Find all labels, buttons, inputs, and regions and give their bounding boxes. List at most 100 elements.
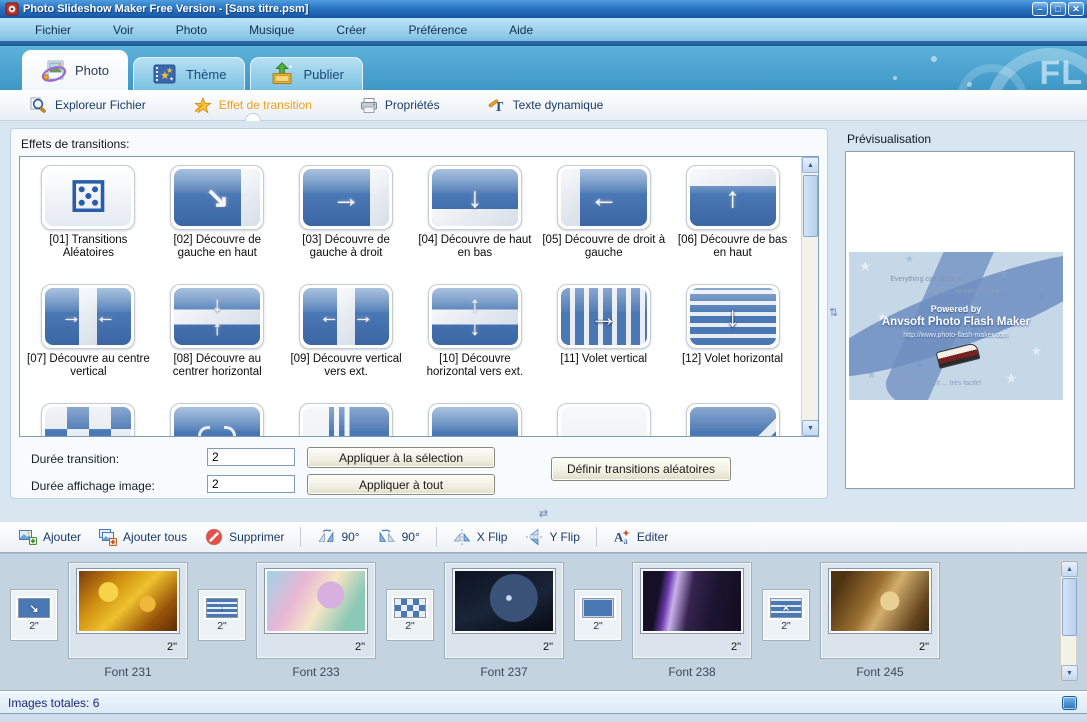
scroll-up-button[interactable]: ▲ <box>802 157 819 173</box>
photo-card: 2" <box>68 562 188 659</box>
transition-item[interactable]: ↓↑[08] Découvre au centrer horizontal <box>153 284 282 403</box>
feature-item-effet-de-transition[interactable]: Effet de transition <box>194 97 312 114</box>
diagonal-icon <box>690 407 776 437</box>
minimize-button[interactable]: – <box>1032 2 1048 16</box>
filmstrip-transition-chip[interactable]: 2" <box>762 589 810 641</box>
chip-duration: 2" <box>217 620 227 632</box>
filmstrip-item-font-245[interactable]: 2"Font 245 <box>820 562 940 679</box>
toolbar-button-ajouter[interactable]: Ajouter <box>10 525 90 549</box>
add-all-images-icon <box>99 528 117 546</box>
random-transitions-button[interactable]: Définir transitions aléatoires <box>551 457 731 481</box>
transition-item[interactable]: ⚄[01] Transitions Aléatoires <box>24 165 153 284</box>
close-button[interactable]: ✕ <box>1068 2 1084 16</box>
feature-item-exploreur-fichier[interactable]: Exploreur Fichier <box>30 97 146 114</box>
feature-item-label: Propriétés <box>385 98 440 112</box>
filmstrip-transition-chip[interactable]: 2" <box>198 589 246 641</box>
vertical-splitter[interactable]: ⇅ <box>830 121 839 506</box>
toolbar-button-90[interactable]: 90° <box>308 525 368 549</box>
apply-selection-button[interactable]: Appliquer à la sélection <box>307 447 495 468</box>
transition-item[interactable]: →←[07] Découvre au centre vertical <box>24 284 153 403</box>
filmstrip-scrollbar-thumb[interactable] <box>1062 578 1077 636</box>
feature-item-label: Texte dynamique <box>513 98 604 112</box>
status-text: Images totales: 6 <box>8 696 99 710</box>
transition-item[interactable]: ↘[02] Découvre de gauche en haut <box>153 165 282 284</box>
filmstrip-item-font-231[interactable]: 2"Font 231 <box>68 562 188 679</box>
filmstrip-item-font-237[interactable]: 2"Font 237 <box>444 562 564 679</box>
menu-item-musique[interactable]: Musique <box>228 23 315 37</box>
star-icon <box>194 97 212 114</box>
toolbar-button-y-flip[interactable]: Y Flip <box>516 525 588 549</box>
transition-item[interactable]: ↓[04] Découvre de haut en bas <box>410 165 539 284</box>
chip-duration: 2" <box>593 620 603 632</box>
filmstrip-scrollbar[interactable]: ▲▼ <box>1060 560 1077 682</box>
maximize-button[interactable]: □ <box>1050 2 1066 16</box>
transition-item-partial[interactable] <box>153 403 282 437</box>
display-duration-input[interactable] <box>207 475 295 493</box>
watermark-powered-by: Powered by <box>849 304 1063 314</box>
toolbar-button-editer[interactable]: AaEditer <box>604 525 677 549</box>
status-tray-icon[interactable] <box>1062 696 1077 710</box>
film-theme-icon: ★★✦ <box>152 61 178 87</box>
menu-item-creer[interactable]: Créer <box>315 23 387 37</box>
transition-item[interactable]: ↓[12] Volet horizontal <box>668 284 797 403</box>
filmstrip-transition-chip[interactable]: 2" <box>10 589 58 641</box>
arrows-out-vertical-icon: ←→ <box>303 288 389 345</box>
blinds-vertical-icon: → <box>561 288 647 345</box>
filmstrip-transition-chip[interactable]: 2" <box>386 589 434 641</box>
tab-theme[interactable]: ★★✦Thème <box>133 57 245 90</box>
transition-label: [01] Transitions Aléatoires <box>26 234 150 260</box>
transition-label: [06] Découvre de bas en haut <box>671 234 795 260</box>
transition-item[interactable]: →[11] Volet vertical <box>539 284 668 403</box>
transition-item-partial[interactable] <box>539 403 668 437</box>
toolbar-button-90[interactable]: 90° <box>369 525 429 549</box>
transitions-scrollbar[interactable]: ▲ ▼ <box>801 157 818 436</box>
printer-icon <box>360 97 378 114</box>
photo-card: 2" <box>444 562 564 659</box>
feature-item-proprietes[interactable]: Propriétés <box>360 97 440 114</box>
transition-item-partial[interactable] <box>668 403 797 437</box>
horizontal-splitter[interactable]: ⇄ <box>0 506 1087 521</box>
transition-item-partial[interactable] <box>282 403 411 437</box>
filmstrip-item-font-233[interactable]: 2"Font 233 <box>256 562 376 679</box>
filmstrip-item-font-238[interactable]: 2"Font 238 <box>632 562 752 679</box>
bars-icon <box>303 407 389 437</box>
transition-item[interactable]: ←[05] Découvre de droit à gauche <box>539 165 668 284</box>
transition-item[interactable]: →[03] Découvre de gauche à droit <box>282 165 411 284</box>
magnifier-icon <box>30 97 48 114</box>
transition-item[interactable]: ←→[09] Découvre vertical vers ext. <box>282 284 411 403</box>
tab-photo[interactable]: Photo <box>22 50 128 90</box>
preview-box: ★★★★★★★★★★ Everything can be so e Alles … <box>845 151 1075 489</box>
transition-item-partial[interactable] <box>410 403 539 437</box>
decorative-dot <box>967 82 972 87</box>
filmstrip-scroll-down-button[interactable]: ▼ <box>1061 665 1078 681</box>
toolbar-button-supprimer[interactable]: Supprimer <box>196 525 293 549</box>
scroll-down-button[interactable]: ▼ <box>802 420 819 436</box>
scrollbar-thumb[interactable] <box>803 175 818 237</box>
menu-item-aide[interactable]: Aide <box>488 23 554 37</box>
transition-tile-card: ↓↑ <box>170 284 264 349</box>
transition-item-partial[interactable] <box>24 403 153 437</box>
photo-thumbnail <box>453 569 555 633</box>
mini-stripes-icon <box>206 598 238 618</box>
feature-item-texte-dynamique[interactable]: TTexte dynamique <box>488 97 604 114</box>
transition-item[interactable]: ↑ [06] Découvre de bas en haut <box>668 165 797 284</box>
arrow-up-icon: ↑ <box>690 169 776 226</box>
filmstrip-scroll-up-button[interactable]: ▲ <box>1061 561 1078 577</box>
transition-label: [02] Découvre de gauche en haut <box>155 234 279 260</box>
filmstrip-transition-chip[interactable]: 2" <box>574 589 622 641</box>
main-content: Effets de transitions: ⚄[01] Transitions… <box>0 121 1087 506</box>
toolbar-button-x-flip[interactable]: X Flip <box>444 525 517 549</box>
svg-text:a: a <box>623 536 627 546</box>
tab-publier[interactable]: ✦Publier <box>250 57 362 90</box>
toolbar-button-label: 90° <box>402 530 420 544</box>
apply-all-button[interactable]: Appliquer à tout <box>307 474 495 495</box>
menu-item-preference[interactable]: Préférence <box>387 23 488 37</box>
transition-tile-card: ↓ <box>428 165 522 230</box>
arrow-left-icon: ← <box>561 169 647 226</box>
toolbar-button-ajouter-tous[interactable]: Ajouter tous <box>90 525 196 549</box>
transition-item[interactable]: ↑↓[10] Découvre horizontal vers ext. <box>410 284 539 403</box>
transition-duration-input[interactable] <box>207 448 295 466</box>
menu-item-photo[interactable]: Photo <box>155 23 228 37</box>
menu-item-fichier[interactable]: Fichier <box>14 23 92 37</box>
menu-item-voir[interactable]: Voir <box>92 23 155 37</box>
